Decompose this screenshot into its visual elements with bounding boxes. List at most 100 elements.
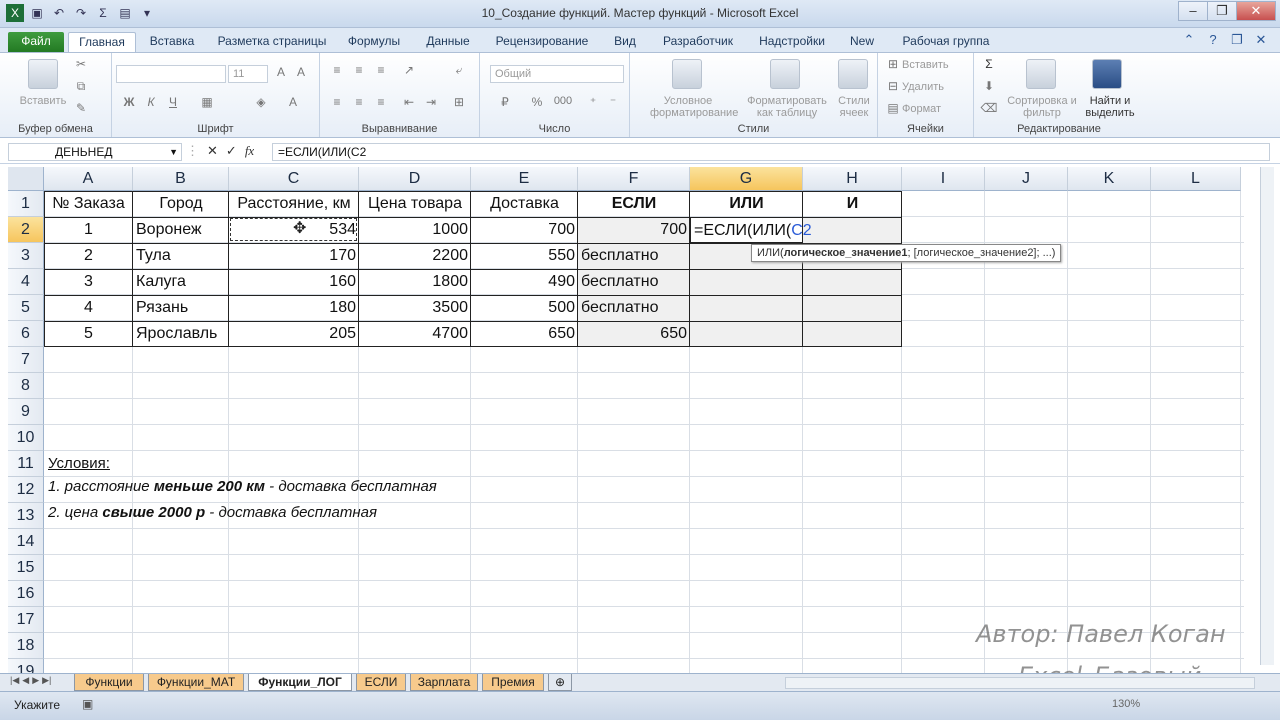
sheet-tab-functions-log[interactable]: Функции_ЛОГ (248, 674, 352, 691)
zoom-level[interactable]: 130% (1112, 698, 1140, 710)
table-cell[interactable]: 650 (471, 321, 578, 347)
table-cell[interactable]: 3500 (359, 295, 471, 321)
indent-icon[interactable]: ⇤ (400, 95, 418, 109)
copy-icon[interactable]: ⧉ (72, 79, 90, 94)
align-bottom-icon[interactable]: ≡ (372, 63, 390, 77)
table-cell[interactable] (690, 321, 803, 347)
find-select-button[interactable]: Найти и выделить (1080, 95, 1140, 119)
tab-new[interactable]: New (844, 32, 880, 52)
table-cell[interactable] (803, 269, 902, 295)
clear-icon[interactable]: ⌫ (980, 101, 998, 115)
help-icon[interactable]: ? (1204, 32, 1222, 48)
row-header-8[interactable]: 8 (8, 373, 44, 399)
tab-workgroup[interactable]: Рабочая группа (894, 32, 998, 52)
conditional-format-icon[interactable] (672, 59, 702, 89)
tab-addins[interactable]: Надстройки (752, 32, 832, 52)
number-format-combo[interactable]: Общий (490, 65, 624, 83)
align-top-icon[interactable]: ≡ (328, 63, 346, 77)
delete-cells-icon[interactable]: ⊟ (884, 79, 902, 93)
column-header-I[interactable]: I (902, 167, 985, 191)
sheet-tab-salary[interactable]: Зарплата (410, 674, 478, 691)
table-cell[interactable]: 205 (229, 321, 359, 347)
row-header-11[interactable]: 11 (8, 451, 44, 477)
row-header-5[interactable]: 5 (8, 295, 44, 321)
sheet-tab-bonus[interactable]: Премия (482, 674, 544, 691)
bold-button[interactable]: Ж (120, 95, 138, 109)
table-cell[interactable]: бесплатно (578, 243, 690, 269)
table-cell[interactable]: 160 (229, 269, 359, 295)
last-sheet-icon[interactable]: ▶| (42, 675, 51, 686)
insert-cells-button[interactable]: Вставить (902, 59, 972, 71)
row-header-6[interactable]: 6 (8, 321, 44, 347)
format-cells-icon[interactable]: ▤ (884, 101, 902, 115)
table-cell[interactable] (690, 269, 803, 295)
font-color-icon[interactable]: A (284, 95, 302, 109)
outdent-icon[interactable]: ⇥ (422, 95, 440, 109)
table-header-cell[interactable]: ИЛИ (690, 191, 803, 217)
currency-icon[interactable]: ₽ (496, 95, 514, 109)
table-cell[interactable]: Тула (133, 243, 229, 269)
first-sheet-icon[interactable]: |◀ (10, 675, 19, 686)
column-header-A[interactable]: A (44, 167, 133, 191)
underline-button[interactable]: Ч (164, 95, 182, 109)
font-name-combo[interactable] (116, 65, 226, 83)
row-header-7[interactable]: 7 (8, 347, 44, 373)
table-cell[interactable] (803, 217, 902, 243)
shrink-font-icon[interactable]: A (292, 65, 310, 79)
chevron-down-icon[interactable]: ▼ (169, 144, 178, 160)
percent-button[interactable]: % (528, 95, 546, 109)
table-cell[interactable]: 3 (44, 269, 133, 295)
table-cell[interactable]: Рязань (133, 295, 229, 321)
minimize-ribbon-icon[interactable]: ⌃ (1180, 32, 1198, 48)
table-cell[interactable]: бесплатно (578, 295, 690, 321)
column-header-F[interactable]: F (578, 167, 690, 191)
row-header-18[interactable]: 18 (8, 633, 44, 659)
table-cell[interactable]: 550 (471, 243, 578, 269)
table-cell[interactable]: 1000 (359, 217, 471, 243)
table-cell[interactable]: 180 (229, 295, 359, 321)
tooltip-arg1[interactable]: логическое_значение1 (784, 247, 908, 259)
format-painter-icon[interactable]: ✎ (72, 101, 90, 115)
close-icon[interactable]: ✕ (1236, 1, 1276, 21)
decrease-decimal-icon[interactable]: ⁻ (604, 95, 622, 109)
vertical-scrollbar[interactable] (1260, 167, 1274, 665)
fill-color-icon[interactable]: ◈ (252, 95, 270, 109)
name-box[interactable]: ДЕНЬНЕД ▼ (8, 143, 182, 161)
table-header-cell[interactable]: № Заказа (44, 191, 133, 217)
select-all-corner[interactable] (8, 167, 44, 191)
prev-sheet-icon[interactable]: ◀ (22, 675, 29, 686)
table-cell[interactable] (803, 295, 902, 321)
cut-icon[interactable]: ✂ (72, 57, 90, 71)
sheet-tab-functions-mat[interactable]: Функции_МАТ (148, 674, 244, 691)
table-cell[interactable]: 2 (44, 243, 133, 269)
table-header-cell[interactable]: Город (133, 191, 229, 217)
sort-filter-icon[interactable] (1026, 59, 1056, 89)
wrap-text-icon[interactable]: ⤶ (450, 63, 468, 78)
table-cell[interactable]: 5 (44, 321, 133, 347)
table-header-cell[interactable]: И (803, 191, 902, 217)
table-header-cell[interactable]: Расстояние, км (229, 191, 359, 217)
table-cell[interactable]: 650 (578, 321, 690, 347)
restore-icon[interactable]: ❐ (1228, 32, 1246, 48)
row-header-15[interactable]: 15 (8, 555, 44, 581)
orientation-icon[interactable]: ↗ (400, 63, 418, 77)
autosum-icon[interactable]: Σ (980, 57, 998, 71)
borders-icon[interactable]: ▦ (198, 95, 216, 109)
font-size-combo[interactable]: 11 (228, 65, 268, 83)
table-cell[interactable]: бесплатно (578, 269, 690, 295)
tab-formulas[interactable]: Формулы (342, 32, 406, 52)
table-cell[interactable]: 490 (471, 269, 578, 295)
column-header-B[interactable]: B (133, 167, 229, 191)
restore-icon[interactable]: ❐ (1207, 1, 1237, 21)
column-header-H[interactable]: H (803, 167, 902, 191)
next-sheet-icon[interactable]: ▶ (32, 675, 39, 686)
row-header-17[interactable]: 17 (8, 607, 44, 633)
tab-data[interactable]: Данные (418, 32, 478, 52)
row-header-10[interactable]: 10 (8, 425, 44, 451)
table-header-cell[interactable]: Доставка (471, 191, 578, 217)
table-cell[interactable]: 1 (44, 217, 133, 243)
binoculars-icon[interactable] (1092, 59, 1122, 89)
grow-font-icon[interactable]: A (272, 65, 290, 79)
table-cell[interactable]: 700 (471, 217, 578, 243)
insert-cells-icon[interactable]: ⊞ (884, 57, 902, 71)
